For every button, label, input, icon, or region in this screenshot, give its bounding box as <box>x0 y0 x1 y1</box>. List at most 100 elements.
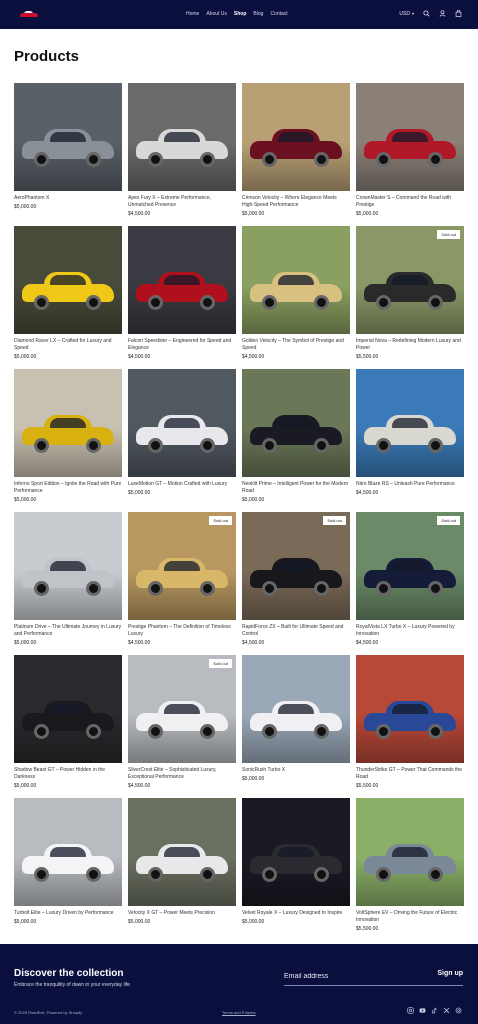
product-title[interactable]: Imperial Nova – Redefining Modern Luxury… <box>356 338 464 352</box>
product-card[interactable]: Falcon Speedster – Engineered for Speed … <box>128 226 236 366</box>
x-icon[interactable] <box>443 1007 450 1014</box>
product-title[interactable]: Golden Velocity – The Symbol of Prestige… <box>242 338 350 352</box>
product-card[interactable]: AeroPhantom X $5,000.00 <box>14 83 122 223</box>
product-image[interactable] <box>242 83 350 191</box>
product-title[interactable]: ThunderStrike GT – Power That Commands t… <box>356 767 464 781</box>
youtube-icon[interactable] <box>419 1007 426 1014</box>
footer-heading: Discover the collection <box>14 968 124 979</box>
product-title[interactable]: Apex Fury X – Extreme Performance, Unmat… <box>128 195 236 209</box>
product-title[interactable]: Platinum Drive – The Ultimate Journey in… <box>14 624 122 638</box>
product-image[interactable] <box>128 369 236 477</box>
product-card[interactable]: Velvet Royale X – Luxury Designed to Ins… <box>242 798 350 938</box>
product-card[interactable]: VoltSphere EV – Driving the Future of El… <box>356 798 464 938</box>
product-price: $5,000.00 <box>356 211 379 217</box>
product-card[interactable]: ThunderStrike GT – Power That Commands t… <box>356 655 464 795</box>
search-icon[interactable] <box>423 10 430 17</box>
product-image[interactable] <box>242 226 350 334</box>
product-title[interactable]: SonicRush Turbo X <box>242 767 350 774</box>
product-image[interactable] <box>128 512 236 620</box>
product-card[interactable]: Diamond Racer LX – Crafted for Luxury an… <box>14 226 122 366</box>
product-image[interactable] <box>356 655 464 763</box>
product-image[interactable] <box>242 512 350 620</box>
product-card[interactable]: Crimson Velocity – Where Elegance Meets … <box>242 83 350 223</box>
product-card[interactable]: SonicRush Turbo X $5,000.00 <box>242 655 350 795</box>
product-image[interactable] <box>356 226 464 334</box>
product-card[interactable]: Turbolt Elite – Luxury Driven by Perform… <box>14 798 122 938</box>
product-title[interactable]: RapidForce ZX – Built for Ultimate Speed… <box>242 624 350 638</box>
product-image[interactable] <box>14 226 122 334</box>
product-card[interactable]: Apex Fury X – Extreme Performance, Unmat… <box>128 83 236 223</box>
main-nav: Home About Us Shop Blog Contact <box>186 11 288 17</box>
product-image[interactable] <box>242 369 350 477</box>
product-image[interactable] <box>14 655 122 763</box>
terms-link[interactable]: Terms and Policies <box>222 1010 256 1015</box>
product-image[interactable] <box>128 83 236 191</box>
product-card[interactable]: Inferno Sport Edition – Ignite the Road … <box>14 369 122 509</box>
footer-subtext: Embrace the tranquility of dawn in your … <box>14 982 130 988</box>
product-card[interactable]: Sold out Imperial Nova – Redefining Moder… <box>356 226 464 366</box>
nav-shop[interactable]: Shop <box>234 11 247 17</box>
nav-home[interactable]: Home <box>186 11 199 17</box>
product-card[interactable]: Golden Velocity – The Symbol of Prestige… <box>242 226 350 366</box>
product-image[interactable] <box>242 655 350 763</box>
product-card[interactable]: Neoklit Prime – Intelligent Power for th… <box>242 369 350 509</box>
product-title[interactable]: AeroPhantom X <box>14 195 122 202</box>
product-title[interactable]: Shadow Beast GT – Power Hidden in the Da… <box>14 767 122 781</box>
threads-icon[interactable] <box>455 1007 462 1014</box>
currency-selector[interactable]: USD ▾ <box>399 11 414 17</box>
product-card[interactable]: Shadow Beast GT – Power Hidden in the Da… <box>14 655 122 795</box>
nav-blog[interactable]: Blog <box>253 11 263 17</box>
site-footer: Discover the collection Embrace the tran… <box>0 944 478 1024</box>
nav-about-us[interactable]: About Us <box>206 11 227 17</box>
signup-button[interactable]: Sign up <box>437 970 463 977</box>
product-image[interactable] <box>356 512 464 620</box>
product-title[interactable]: Falcon Speedster – Engineered for Speed … <box>128 338 236 352</box>
sold-out-badge: Sold out <box>323 516 346 525</box>
product-title[interactable]: RoyalVista LX Turbo X – Luxury Powered b… <box>356 624 464 638</box>
product-title[interactable]: Velocity X GT – Power Meets Precision <box>128 910 236 917</box>
product-title[interactable]: Turbolt Elite – Luxury Driven by Perform… <box>14 910 122 917</box>
product-card[interactable]: Sold out RoyalVista LX Turbo X – Luxury P… <box>356 512 464 652</box>
car-logo-icon[interactable] <box>20 11 38 17</box>
product-title[interactable]: Inferno Sport Edition – Ignite the Road … <box>14 481 122 495</box>
product-image[interactable] <box>356 83 464 191</box>
product-title[interactable]: LuxeMotion GT – Motion Crafted with Luxu… <box>128 481 236 488</box>
product-title[interactable]: VoltSphere EV – Driving the Future of El… <box>356 910 464 924</box>
product-card[interactable]: Platinum Drive – The Ultimate Journey in… <box>14 512 122 652</box>
product-image[interactable] <box>14 798 122 906</box>
product-card[interactable]: Sold out SilverCrest Elite – Sophisticate… <box>128 655 236 795</box>
product-card[interactable]: LuxeMotion GT – Motion Crafted with Luxu… <box>128 369 236 509</box>
product-title[interactable]: Diamond Racer LX – Crafted for Luxury an… <box>14 338 122 352</box>
product-image[interactable] <box>356 798 464 906</box>
product-card[interactable]: Velocity X GT – Power Meets Precision $5,… <box>128 798 236 938</box>
product-image[interactable] <box>14 369 122 477</box>
cart-icon[interactable] <box>455 10 462 17</box>
product-title[interactable]: SilverCrest Elite – Sophisticated Luxury… <box>128 767 236 781</box>
product-image[interactable] <box>356 369 464 477</box>
product-title[interactable]: Crimson Velocity – Where Elegance Meets … <box>242 195 350 209</box>
product-image[interactable] <box>14 83 122 191</box>
account-icon[interactable] <box>439 10 446 17</box>
product-price: $5,000.00 <box>14 919 37 925</box>
product-card[interactable]: Sold out Prestige Phantom – The Definitio… <box>128 512 236 652</box>
product-title[interactable]: Nitro Blaze RS – Unleash Pure Performanc… <box>356 481 464 488</box>
product-image[interactable] <box>128 798 236 906</box>
product-price: $5,000.00 <box>14 783 37 789</box>
product-image[interactable] <box>14 512 122 620</box>
copyright-text: © 2025 RoadExit, Powered by Shopify <box>14 1010 83 1015</box>
product-title[interactable]: Neoklit Prime – Intelligent Power for th… <box>242 481 350 495</box>
product-card[interactable]: Nitro Blaze RS – Unleash Pure Performanc… <box>356 369 464 509</box>
email-field[interactable] <box>284 970 424 982</box>
product-card[interactable]: CrownMaster S – Command the Road with Pr… <box>356 83 464 223</box>
product-image[interactable] <box>242 798 350 906</box>
nav-contact[interactable]: Contact <box>270 11 287 17</box>
product-title[interactable]: Prestige Phantom – The Definition of Tim… <box>128 624 236 638</box>
tiktok-icon[interactable] <box>431 1007 438 1014</box>
instagram-icon[interactable] <box>407 1007 414 1014</box>
product-price: $4,500.00 <box>128 783 151 789</box>
product-title[interactable]: CrownMaster S – Command the Road with Pr… <box>356 195 464 209</box>
product-title[interactable]: Velvet Royale X – Luxury Designed to Ins… <box>242 910 350 917</box>
product-image[interactable] <box>128 655 236 763</box>
product-image[interactable] <box>128 226 236 334</box>
product-card[interactable]: Sold out RapidForce ZX – Built for Ultima… <box>242 512 350 652</box>
